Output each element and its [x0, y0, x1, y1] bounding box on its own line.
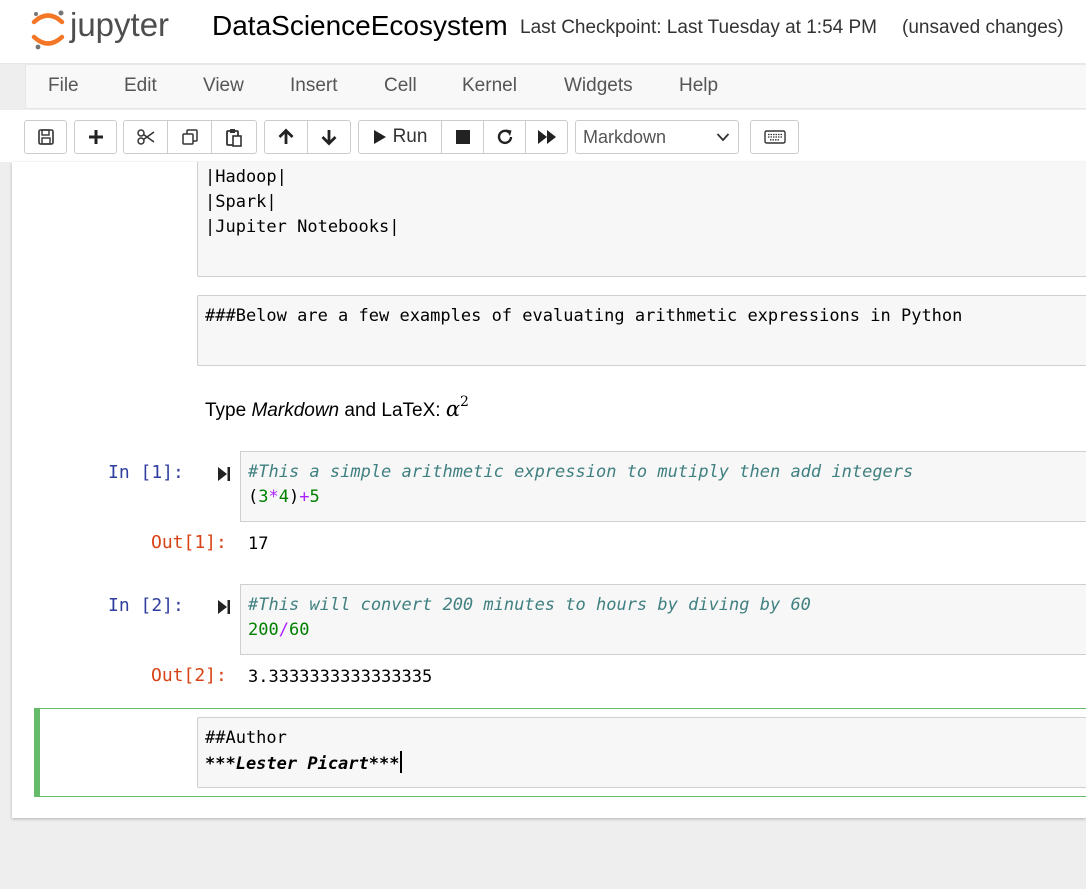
cut-button[interactable]: [123, 120, 168, 154]
toolbar: Run Markdown: [0, 110, 1086, 162]
code-number: 60: [288, 620, 310, 640]
logo-text: jupyter: [69, 6, 169, 43]
arrow-up-icon: [278, 128, 294, 144]
markdown-line: ***Lester Picart***: [205, 751, 1086, 777]
menu-insert[interactable]: Insert: [290, 75, 338, 97]
code-cell-editor[interactable]: #This will convert 200 minutes to hours …: [240, 584, 1086, 655]
markdown-cell-editor[interactable]: ##Author ***Lester Picart***: [197, 717, 1086, 788]
menubar: File Edit View Insert Cell Kernel Widget…: [25, 64, 1086, 109]
cell-output: 17: [248, 534, 269, 554]
notebook-container: |Hadoop| |Spark| |Jupiter Notebooks| ###…: [12, 162, 1086, 818]
run-button[interactable]: Run: [358, 120, 442, 154]
output-prompt: Out[1]:: [151, 532, 227, 553]
menu-widgets[interactable]: Widgets: [564, 75, 633, 97]
restart-button[interactable]: [484, 120, 526, 154]
fast-forward-icon: [537, 130, 556, 144]
stop-icon: [455, 130, 470, 144]
copy-icon: [181, 129, 198, 145]
scissors-icon: [136, 129, 154, 145]
rendered-markdown-cell[interactable]: Type Markdown and LaTeX: α2: [205, 394, 469, 422]
paste-button[interactable]: [212, 120, 257, 154]
code-operator: +: [299, 487, 310, 507]
restart-run-all-button[interactable]: [526, 120, 568, 154]
menu-kernel[interactable]: Kernel: [462, 75, 517, 97]
paste-icon: [226, 128, 242, 147]
move-up-button[interactable]: [264, 120, 308, 154]
code-number: 3: [258, 487, 269, 507]
keyboard-icon: [763, 130, 786, 144]
markdown-line: |Spark|: [205, 192, 277, 212]
command-palette-button[interactable]: [750, 120, 799, 154]
rendered-text: and LaTeX:: [339, 400, 446, 421]
interrupt-button[interactable]: [442, 120, 484, 154]
code-token: ): [289, 487, 300, 507]
run-label: Run: [392, 126, 428, 147]
menu-help[interactable]: Help: [679, 75, 718, 97]
checkpoint-status: Last Checkpoint: Last Tuesday at 1:54 PM: [520, 17, 877, 38]
markdown-cell-editor[interactable]: |Hadoop| |Spark| |Jupiter Notebooks|: [197, 162, 1086, 277]
markdown-cell-editor[interactable]: ###Below are a few examples of evaluatin…: [197, 295, 1086, 366]
copy-button[interactable]: [168, 120, 212, 154]
markdown-line: |Jupiter Notebooks|: [205, 217, 400, 237]
arrow-down-icon: [321, 130, 337, 146]
insert-cell-button[interactable]: [74, 120, 117, 154]
save-button[interactable]: [24, 120, 67, 154]
menu-view[interactable]: View: [203, 75, 244, 97]
cell-type-value: Markdown: [583, 126, 667, 147]
rendered-text: Type: [205, 400, 252, 421]
chevron-down-icon: [716, 133, 730, 142]
markdown-line: ###Below are a few examples of evaluatin…: [205, 306, 963, 326]
menu-cell[interactable]: Cell: [384, 75, 417, 97]
code-token: (: [248, 487, 259, 507]
autosave-status: (unsaved changes): [902, 17, 1064, 38]
play-icon: [373, 130, 386, 144]
menu-edit[interactable]: Edit: [124, 75, 157, 97]
input-prompt: In [2]:: [108, 595, 184, 616]
markdown-bold-italic-text: ***Lester Picart***: [205, 754, 400, 774]
cell-type-select[interactable]: Markdown: [575, 120, 739, 154]
code-comment: #This will convert 200 minutes to hours …: [248, 595, 811, 615]
jupyter-logo[interactable]: jupyter: [30, 6, 190, 54]
math-symbol: α: [445, 397, 461, 421]
code-operator: /: [278, 620, 289, 640]
code-number: 4: [278, 487, 289, 507]
markdown-line: |Hadoop|: [205, 167, 287, 187]
plus-icon: [88, 130, 103, 144]
run-cell-icon[interactable]: [217, 466, 231, 482]
rendered-italic-text: Markdown: [251, 400, 340, 421]
input-prompt: In [1]:: [108, 462, 184, 483]
cell-output: 3.3333333333333335: [248, 667, 433, 687]
markdown-line: ##Author: [205, 728, 287, 748]
run-cell-icon[interactable]: [217, 599, 231, 615]
output-prompt: Out[2]:: [151, 665, 227, 686]
header: jupyter DataScienceEcosystem Last Checkp…: [0, 0, 1086, 64]
code-cell-editor[interactable]: #This a simple arithmetic expression to …: [240, 451, 1086, 522]
move-down-button[interactable]: [308, 120, 351, 154]
code-line: 200/60: [248, 618, 1086, 643]
code-operator: *: [268, 487, 279, 507]
restart-icon: [497, 129, 512, 145]
text-cursor: [400, 751, 403, 773]
code-comment: #This a simple arithmetic expression to …: [248, 462, 914, 482]
menu-file[interactable]: File: [48, 75, 79, 97]
code-number: 200: [248, 620, 279, 640]
notebook-name[interactable]: DataScienceEcosystem: [212, 10, 508, 42]
code-number: 5: [309, 487, 320, 507]
save-icon: [37, 129, 54, 145]
math-exponent: 2: [460, 394, 469, 410]
code-line: (3*4)+5: [248, 485, 1086, 510]
